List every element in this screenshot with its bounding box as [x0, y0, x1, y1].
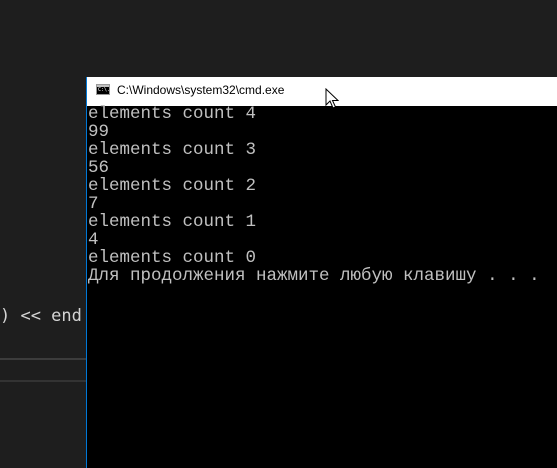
editor-divider — [0, 358, 86, 360]
editor-code-line: ) << end — [0, 306, 82, 326]
console-line: 56 — [88, 158, 110, 178]
console-icon-text: C:\. — [98, 87, 111, 93]
console-line: elements count 0 — [88, 248, 257, 268]
console-line: elements count 4 — [88, 104, 257, 124]
cmd-window[interactable]: C:\. C:\Windows\system32\cmd.exe element… — [86, 77, 557, 468]
cmd-titlebar[interactable]: C:\. C:\Windows\system32\cmd.exe — [87, 77, 557, 106]
editor-divider — [0, 380, 86, 382]
console-line: Для продолжения нажмите любую клавишу . … — [88, 266, 540, 286]
console-line: elements count 1 — [88, 212, 257, 232]
arrow-cursor-icon — [325, 88, 339, 109]
console-output[interactable]: elements count 4 99 elements count 3 56 … — [88, 105, 540, 285]
console-line: 99 — [88, 122, 110, 142]
console-line: 7 — [88, 194, 99, 214]
console-line: 4 — [88, 230, 99, 250]
console-line: elements count 2 — [88, 176, 257, 196]
window-title: C:\Windows\system32\cmd.exe — [117, 83, 285, 97]
console-icon[interactable]: C:\. — [96, 84, 110, 95]
console-line: elements count 3 — [88, 140, 257, 160]
